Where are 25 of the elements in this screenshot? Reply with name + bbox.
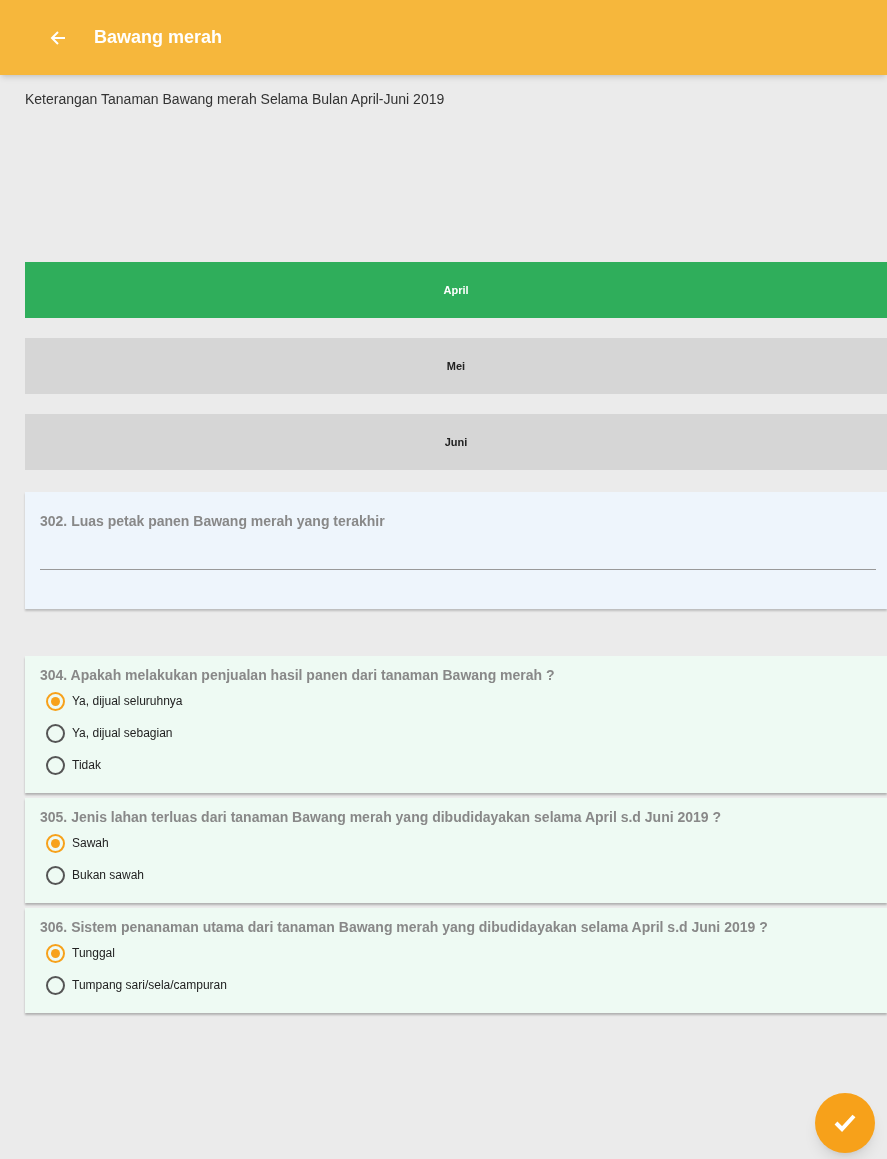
radio-button[interactable]	[46, 865, 65, 885]
description-text: Keterangan Tanaman Bawang merah Selama Bulan April-Juni 2019	[25, 90, 446, 109]
check-icon	[833, 1113, 857, 1133]
question-label: 305. Jenis lahan terluas dari tanaman Bawang merah yang dibudidayakan selama April s.d Juni 2019 ?	[40, 807, 723, 826]
option-label: Ya, dijual sebagian	[72, 725, 173, 742]
radio-button[interactable]	[46, 975, 65, 995]
question-label: 304. Apakah melakukan penjualan hasil panen dari tanaman Bawang merah ?	[40, 665, 556, 684]
submit-button[interactable]	[815, 1093, 875, 1153]
option-label: Tidak	[72, 757, 101, 774]
option-label: Ya, dijual seluruhnya	[72, 693, 183, 710]
radio-button[interactable]	[46, 755, 65, 775]
option-label: Tumpang sari/sela/campuran	[72, 977, 227, 994]
month-tab[interactable]: Juni	[25, 414, 887, 470]
option-label: Tunggal	[72, 945, 115, 962]
radio-button[interactable]	[46, 943, 65, 963]
option-label: Bukan sawah	[72, 867, 145, 884]
month-tab[interactable]: Mei	[25, 338, 887, 394]
screen-title: Bawang merah	[94, 26, 223, 49]
question-label: 306. Sistem penanaman utama dari tanaman Bawang merah yang dibudidayakan selama April s.d Juni 2019 ?	[40, 917, 769, 936]
back-arrow-icon	[50, 29, 66, 46]
radio-button[interactable]	[46, 723, 65, 743]
radio-button[interactable]	[46, 833, 65, 853]
radio-button[interactable]	[46, 691, 65, 711]
question-label: 302. Luas petak panen Bawang merah yang terakhir	[40, 512, 386, 530]
option-label: Sawah	[72, 835, 109, 852]
